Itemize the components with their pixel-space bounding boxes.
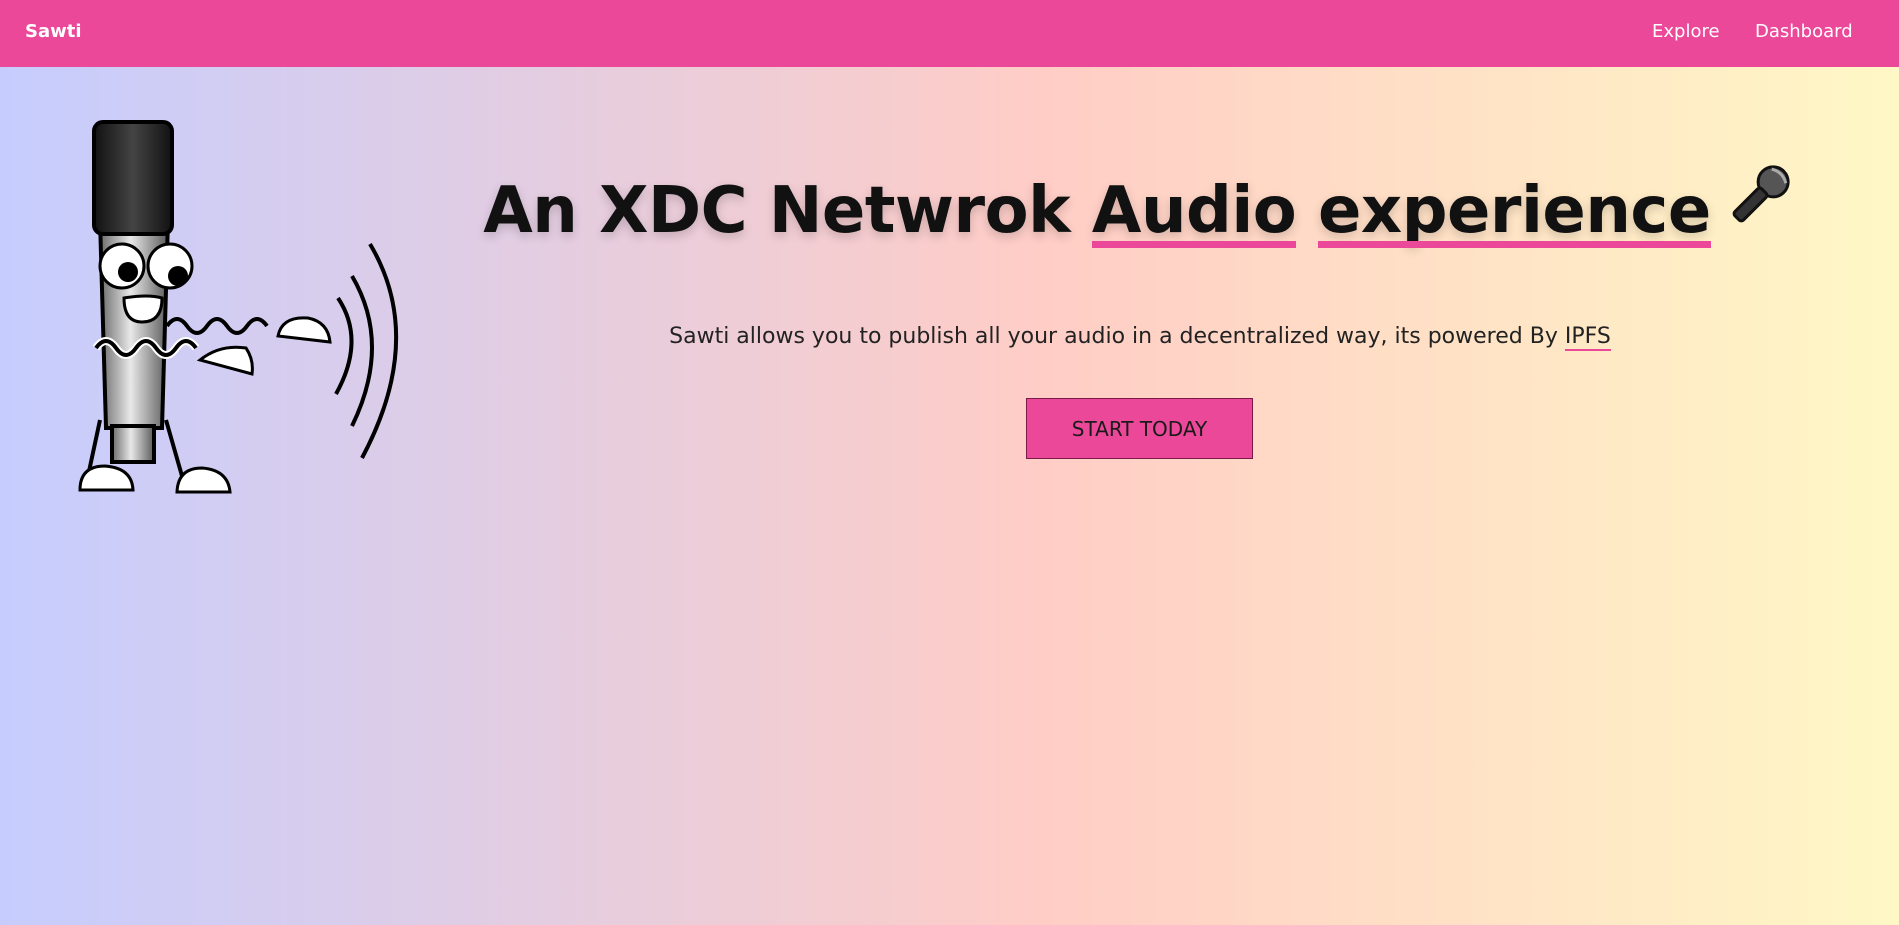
mascot-upper-arm <box>165 317 269 335</box>
mascot-right-leg <box>164 419 184 477</box>
mascot-upper-hand <box>276 316 332 344</box>
microphone-mascot-illustration <box>78 120 399 494</box>
nav-dashboard-link[interactable]: Dashboard <box>1755 21 1853 42</box>
mascot-head <box>92 120 174 236</box>
sound-wave-1 <box>334 296 354 395</box>
hero-title-experience: experience <box>1318 174 1711 248</box>
hero-title-audio: Audio <box>1091 174 1297 248</box>
sound-wave-2 <box>350 274 374 427</box>
mascot-left-foot <box>78 464 135 492</box>
mascot-base <box>110 424 156 464</box>
hero-title-text: An XDC Netwrok <box>483 174 1092 248</box>
microphone-icon <box>1721 158 1797 250</box>
mascot-lower-hand <box>196 345 254 376</box>
ipfs-link[interactable]: IPFS <box>1564 324 1611 351</box>
hero-title: An XDC Netwrok Audio experience <box>400 158 1880 250</box>
hero-subtitle: Sawti allows you to publish all your aud… <box>400 324 1880 351</box>
mascot-mouth <box>122 294 164 324</box>
nav-explore-link[interactable]: Explore <box>1652 21 1720 42</box>
hero-subtitle-text: Sawti allows you to publish all your aud… <box>669 324 1565 349</box>
start-today-button[interactable]: START TODAY <box>1026 398 1253 459</box>
brand-logo-link[interactable]: Sawti <box>25 21 82 42</box>
sound-wave-3 <box>360 242 399 459</box>
mascot-right-foot <box>175 466 232 494</box>
top-navbar: Sawti Explore Dashboard <box>0 0 1899 67</box>
